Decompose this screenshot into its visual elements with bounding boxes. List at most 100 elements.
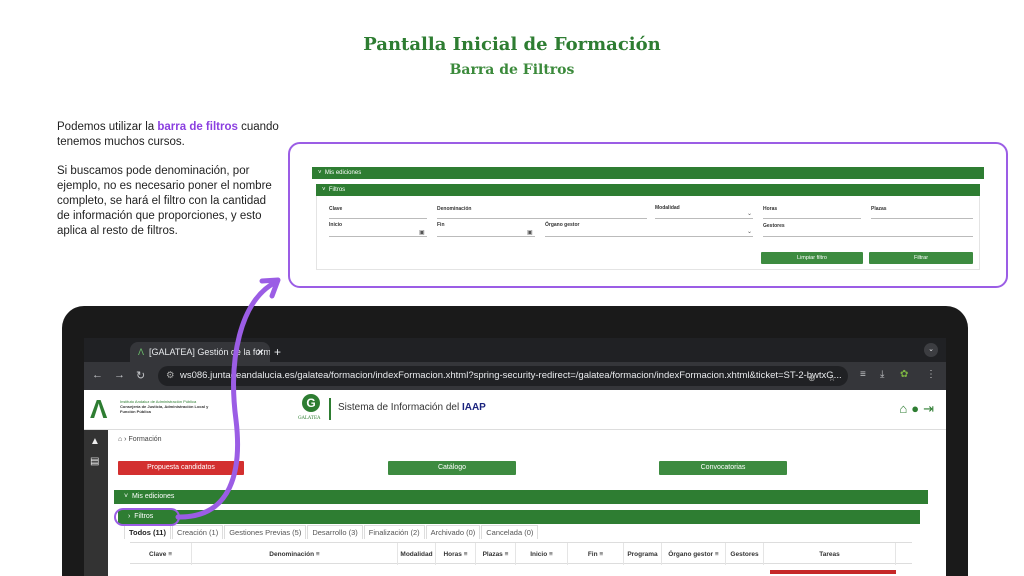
sort-icon: ≡: [315, 550, 320, 558]
zoom-filtros-bar[interactable]: ˅ Filtros: [316, 184, 980, 196]
breadcrumb-home-icon[interactable]: ⌂: [118, 436, 122, 443]
new-tab-icon[interactable]: +: [274, 342, 281, 362]
zoom-clave-label: Clave: [329, 206, 343, 212]
back-icon[interactable]: ←: [92, 369, 103, 381]
address-bar[interactable]: ⚙ ws086.juntadeandalucia.es/galatea/form…: [158, 366, 848, 386]
breadcrumb: ⌂ › Formación: [118, 436, 162, 443]
zoom-limpiar-filtro-button[interactable]: Limpiar filtro: [761, 252, 863, 264]
col-horas[interactable]: Horas ≡: [436, 543, 476, 565]
zoom-modalidad-select[interactable]: [655, 218, 753, 219]
task-indicator[interactable]: [770, 570, 896, 574]
sort-icon: ≡: [714, 550, 719, 558]
header-icons: ⌂●⇥: [899, 401, 938, 417]
reload-icon[interactable]: ↻: [136, 369, 145, 382]
header-separator: [329, 398, 331, 420]
zoom-inicio-input[interactable]: [329, 236, 427, 237]
zoom-horas-input[interactable]: [763, 218, 861, 219]
tab-gestiones-previas[interactable]: Gestiones Previas (5): [224, 525, 307, 539]
breadcrumb-current: Formación: [128, 436, 162, 443]
browser-tab[interactable]: Λ [GALATEA] Gestión de la form ✕: [130, 342, 270, 362]
zoom-fin-label: Fin: [437, 222, 445, 228]
institution-line-2: Consejería de Justicia, Administración L…: [120, 404, 209, 414]
explanation-paragraph-1: Podemos utilizar la barra de filtros cua…: [57, 120, 279, 150]
zoom-clave-input[interactable]: [329, 218, 427, 219]
col-organo-gestor[interactable]: Órgano gestor ≡: [662, 543, 726, 565]
status-tabs: Todos (11) Creación (1) Gestiones Previas …: [124, 525, 539, 539]
sort-icon: ≡: [168, 550, 172, 558]
explanation-highlight: barra de filtros: [157, 121, 238, 133]
tab-desarrollo[interactable]: Desarrollo (3): [307, 525, 363, 539]
zoom-gestores-input[interactable]: [763, 236, 973, 237]
site-info-icon[interactable]: ⚙: [166, 366, 175, 386]
home-icon[interactable]: ⌂: [899, 401, 911, 416]
zoom-organo-select[interactable]: [545, 236, 753, 237]
zoom-inicio-calendar-icon[interactable]: ▣: [419, 229, 425, 236]
zoom-filtrar-button[interactable]: Filtrar: [869, 252, 973, 264]
zoom-filtros-label: Filtros: [328, 187, 346, 193]
col-denominacion[interactable]: Denominación ≡: [192, 543, 398, 565]
tab-finalizacion[interactable]: Finalización (2): [363, 525, 425, 539]
tab-title: [GALATEA] Gestión de la form: [149, 347, 270, 357]
download-icon[interactable]: ⤓: [880, 369, 884, 380]
col-organo-gestor-label: Órgano gestor: [668, 550, 714, 558]
propuesta-candidatos-button[interactable]: Propuesta candidatos: [118, 461, 244, 475]
tab-cancelada[interactable]: Cancelada (0): [481, 525, 539, 539]
zoom-organo-label: Órgano gestor: [545, 222, 580, 228]
col-plazas[interactable]: Plazas ≡: [476, 543, 516, 565]
catalogo-button[interactable]: Catálogo: [388, 461, 516, 475]
zoom-denominacion-label: Denominación: [437, 206, 472, 212]
tab-archivado[interactable]: Archivado (0): [425, 525, 481, 539]
zoom-inicio-label: Inicio: [329, 222, 343, 228]
user-icon[interactable]: ●: [911, 401, 923, 416]
system-name-prefix: Sistema de Información del: [338, 402, 462, 413]
zoom-modalidad-chevron-icon: ⌄: [747, 211, 753, 217]
col-fin-label: Fin: [587, 550, 598, 558]
system-name-bold: IAAP: [461, 402, 486, 413]
sort-icon: ≡: [549, 550, 553, 558]
zoom-plazas-input[interactable]: [871, 218, 973, 219]
tab-todos[interactable]: Todos (11): [124, 525, 171, 539]
col-fin[interactable]: Fin ≡: [568, 543, 624, 565]
zoom-mis-ediciones-bar[interactable]: ˅ Mis ediciones: [312, 167, 984, 179]
explanation-p1-before: Podemos utilizar la: [57, 121, 158, 133]
mis-ediciones-bar[interactable]: ˅ Mis ediciones: [114, 490, 928, 504]
zoom-icon[interactable]: ⊕: [808, 373, 816, 384]
callout-arrow-head: [259, 277, 281, 299]
tab-search-icon[interactable]: ⌄: [924, 343, 938, 357]
col-tareas-label: Tareas: [819, 550, 840, 558]
col-clave-label: Clave: [149, 550, 167, 558]
col-modalidad[interactable]: Modalidad: [398, 543, 436, 565]
zoom-modalidad-label: Modalidad: [655, 205, 680, 211]
laptop-screen: Λ [GALATEA] Gestión de la form ✕ + ⌄ ← → …: [84, 338, 946, 576]
sort-icon: ≡: [463, 550, 468, 558]
zoom-gestores-label: Gestores: [763, 223, 785, 229]
slide: Pantalla Inicial de Formación Barra de F…: [0, 0, 1024, 576]
col-gestores[interactable]: Gestores: [726, 543, 764, 565]
list-icon[interactable]: ▤: [90, 456, 99, 467]
col-clave[interactable]: Clave ≡: [130, 543, 192, 565]
zoom-horas-label: Horas: [763, 206, 778, 212]
col-inicio[interactable]: Inicio ≡: [516, 543, 568, 565]
slide-subtitle: Barra de Filtros: [449, 62, 575, 78]
graduation-cap-icon[interactable]: ▲: [90, 436, 100, 447]
filtros-bar[interactable]: › Filtros: [118, 510, 920, 524]
zoom-denominacion-input[interactable]: [437, 218, 647, 219]
tab-close-icon[interactable]: ✕: [256, 342, 264, 362]
zoom-mis-ediciones-label: Mis ediciones: [324, 170, 362, 176]
logout-icon[interactable]: ⇥: [923, 401, 938, 416]
col-modalidad-label: Modalidad: [400, 550, 433, 558]
zoom-fin-input[interactable]: [437, 236, 535, 237]
zoom-fin-calendar-icon[interactable]: ▣: [527, 229, 533, 236]
col-programa[interactable]: Programa: [624, 543, 662, 565]
tab-favicon-icon: Λ: [138, 347, 145, 357]
reading-list-icon[interactable]: ≡: [860, 369, 866, 380]
col-programa-label: Programa: [627, 550, 658, 558]
bookmark-star-icon[interactable]: ☆: [828, 373, 836, 384]
col-denominacion-label: Denominación: [269, 550, 315, 558]
extension-icon[interactable]: ✿: [900, 369, 908, 380]
junta-logo-icon: Λ: [90, 394, 108, 424]
tab-creacion[interactable]: Creación (1): [171, 525, 224, 539]
forward-icon[interactable]: →: [114, 369, 125, 381]
menu-icon[interactable]: ⋮: [926, 369, 936, 380]
convocatorias-button[interactable]: Convocatorias: [659, 461, 787, 475]
